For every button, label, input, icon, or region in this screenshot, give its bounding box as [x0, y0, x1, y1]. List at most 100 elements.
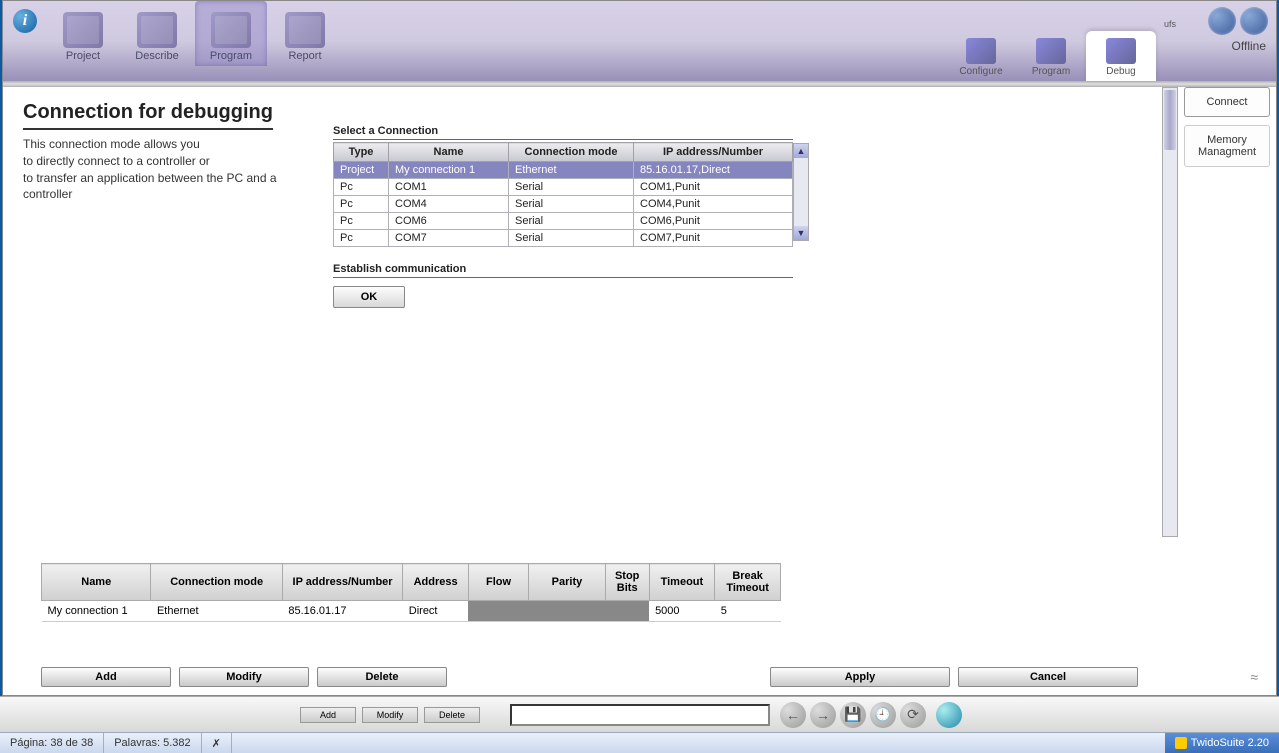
table-row[interactable]: PcCOM6SerialCOM6,Punit	[334, 213, 793, 230]
project-icon	[63, 12, 103, 48]
subtab-configure[interactable]: Configure	[946, 31, 1016, 81]
clock-icon[interactable]: 🕘	[870, 702, 896, 728]
save-icon[interactable]: 💾	[840, 702, 866, 728]
mini-add-button[interactable]: Add	[300, 707, 356, 723]
info-icon[interactable]: i	[13, 9, 37, 33]
col-ip[interactable]: IP address/Number	[634, 143, 793, 162]
table-row[interactable]: ProjectMy connection 1Ethernet85.16.01.1…	[334, 162, 793, 179]
mini-delete-button[interactable]: Delete	[424, 707, 480, 723]
status-bar: Página: 38 de 38 Palavras: 5.382 ✗ Twido…	[0, 732, 1279, 753]
dh-flow: Flow	[468, 564, 528, 601]
delete-button[interactable]: Delete	[317, 667, 447, 687]
tab-program[interactable]: Program	[195, 1, 267, 66]
mini-modify-button[interactable]: Modify	[362, 707, 418, 723]
modify-button[interactable]: Modify	[179, 667, 309, 687]
col-name[interactable]: Name	[389, 143, 509, 162]
cell-name: COM4	[389, 196, 509, 213]
scrollbar-thumb[interactable]	[1164, 90, 1176, 150]
secondary-toolbar: Add Modify Delete ← → 💾 🕘 ⟳	[0, 696, 1279, 732]
window-control-2-icon[interactable]	[1240, 7, 1268, 35]
ok-button[interactable]: OK	[333, 286, 405, 308]
col-type[interactable]: Type	[334, 143, 389, 162]
status-page[interactable]: Página: 38 de 38	[0, 733, 104, 753]
dr-ip: 85.16.01.17	[282, 601, 402, 622]
search-input[interactable]	[510, 704, 770, 726]
side-memory[interactable]: Memory Managment	[1184, 125, 1270, 167]
table-row[interactable]: PcCOM1SerialCOM1,Punit	[334, 179, 793, 196]
subtab-configure-label: Configure	[959, 66, 1002, 77]
debug-icon	[1106, 38, 1136, 64]
window-control-1-icon[interactable]	[1208, 7, 1236, 35]
resize-handle-icon[interactable]: ≈	[1250, 669, 1258, 685]
scroll-down-icon[interactable]: ▼	[794, 226, 808, 240]
describe-icon	[137, 12, 177, 48]
nav-back-icon[interactable]: ←	[780, 702, 806, 728]
bottom-buttons: Add Modify Delete Apply Cancel	[41, 667, 1146, 687]
scroll-up-icon[interactable]: ▲	[794, 144, 808, 158]
program-sub-icon	[1036, 38, 1066, 64]
content-area: Connection for debugging This connection…	[13, 87, 1167, 687]
tab-describe[interactable]: Describe	[121, 1, 193, 66]
report-icon	[285, 12, 325, 48]
zoom-icon[interactable]	[936, 702, 962, 728]
refresh-icon[interactable]: ⟳	[900, 702, 926, 728]
dh-timeout: Timeout	[649, 564, 715, 601]
select-connection-label: Select a Connection	[333, 125, 793, 140]
cell-type: Project	[334, 162, 389, 179]
table-row[interactable]: PcCOM7SerialCOM7,Punit	[334, 230, 793, 247]
dr-name: My connection 1	[42, 601, 151, 622]
subtab-program[interactable]: Program	[1016, 31, 1086, 81]
cell-type: Pc	[334, 213, 389, 230]
dh-mode: Connection mode	[151, 564, 282, 601]
content-scrollbar[interactable]	[1162, 87, 1178, 537]
tab-report-label: Report	[288, 50, 321, 62]
establish-section: Establish communication OK	[333, 263, 793, 308]
table-scrollbar[interactable]: ▲ ▼	[793, 143, 809, 241]
side-panel: Connect Memory Managment	[1184, 87, 1270, 687]
dr-break: 5	[715, 601, 781, 622]
status-proofing-icon[interactable]: ✗	[202, 733, 232, 753]
nav-forward-icon[interactable]: →	[810, 702, 836, 728]
tab-project[interactable]: Project	[47, 1, 119, 66]
status-words[interactable]: Palavras: 5.382	[104, 733, 201, 753]
page-title: Connection for debugging	[23, 93, 273, 130]
add-button[interactable]: Add	[41, 667, 171, 687]
system-tray[interactable]: TwidoSuite 2.20	[1165, 733, 1279, 753]
top-toolbar: i Project Describe Program Report ufs Co…	[3, 1, 1276, 81]
dh-ip: IP address/Number	[282, 564, 402, 601]
cell-mode: Ethernet	[509, 162, 634, 179]
detail-row[interactable]: My connection 1 Ethernet 85.16.01.17 Dir…	[42, 601, 781, 622]
cell-mode: Serial	[509, 179, 634, 196]
dh-stop: Stop Bits	[605, 564, 649, 601]
tray-label: TwidoSuite 2.20	[1191, 737, 1269, 749]
tab-project-label: Project	[66, 50, 100, 62]
cell-ip: COM6,Punit	[634, 213, 793, 230]
cell-mode: Serial	[509, 213, 634, 230]
tab-describe-label: Describe	[135, 50, 178, 62]
dh-name: Name	[42, 564, 151, 601]
cell-name: COM7	[389, 230, 509, 247]
cell-name: COM6	[389, 213, 509, 230]
configure-icon	[966, 38, 996, 64]
subtab-debug[interactable]: Debug	[1086, 31, 1156, 81]
connections-table[interactable]: Type Name Connection mode IP address/Num…	[333, 142, 793, 247]
dh-parity: Parity	[529, 564, 606, 601]
select-connection-section: Select a Connection Type Name Connection…	[333, 125, 793, 247]
cancel-button[interactable]: Cancel	[958, 667, 1138, 687]
cell-ip: COM4,Punit	[634, 196, 793, 213]
cell-type: Pc	[334, 196, 389, 213]
col-mode[interactable]: Connection mode	[509, 143, 634, 162]
tab-report[interactable]: Report	[269, 1, 341, 66]
cell-name: My connection 1	[389, 162, 509, 179]
tab-program-label: Program	[210, 50, 252, 62]
apply-button[interactable]: Apply	[770, 667, 950, 687]
cell-ip: COM1,Punit	[634, 179, 793, 196]
table-row[interactable]: PcCOM4SerialCOM4,Punit	[334, 196, 793, 213]
dr-mode: Ethernet	[151, 601, 282, 622]
dh-break: Break Timeout	[715, 564, 781, 601]
cell-type: Pc	[334, 230, 389, 247]
page-description: This connection mode allows you to direc…	[23, 136, 313, 203]
cell-mode: Serial	[509, 230, 634, 247]
cell-ip: 85.16.01.17,Direct	[634, 162, 793, 179]
side-connect[interactable]: Connect	[1184, 87, 1270, 117]
